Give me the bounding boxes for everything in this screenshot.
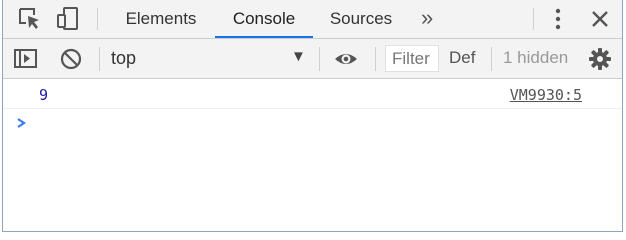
filter-input[interactable]: Filter bbox=[385, 45, 439, 72]
filter-placeholder: Filter bbox=[392, 49, 430, 68]
message-value: 9 bbox=[39, 86, 49, 104]
toolbar-divider bbox=[375, 47, 376, 71]
dropdown-arrow-icon[interactable]: ▼ bbox=[291, 48, 306, 65]
tab-console[interactable]: Console bbox=[215, 0, 313, 38]
more-vertical-icon[interactable] bbox=[545, 6, 571, 32]
console-message: 9 VM9930:5 bbox=[3, 80, 622, 109]
prompt-chevron-icon bbox=[15, 113, 29, 133]
devtools-panel: Elements Console Sources » top ▼ Filter … bbox=[2, 0, 623, 232]
console-prompt[interactable] bbox=[3, 110, 622, 136]
settings-icon[interactable] bbox=[587, 46, 613, 72]
sidebar-toggle-icon[interactable] bbox=[13, 46, 39, 72]
toolbar-divider bbox=[319, 47, 320, 71]
tab-elements[interactable]: Elements bbox=[113, 0, 209, 38]
tab-sources[interactable]: Sources bbox=[319, 0, 403, 38]
device-toolbar-icon[interactable] bbox=[55, 6, 81, 32]
hidden-messages-count: 1 hidden bbox=[503, 48, 569, 67]
eye-icon[interactable] bbox=[333, 46, 359, 72]
log-levels-dropdown[interactable]: Def bbox=[449, 48, 475, 68]
console-toolbar: top ▼ Filter Def 1 hidden bbox=[3, 39, 622, 79]
devtools-tabbar: Elements Console Sources » bbox=[3, 0, 622, 39]
more-tabs-button[interactable]: » bbox=[421, 5, 433, 31]
toolbar-divider bbox=[491, 47, 492, 71]
toolbar-divider bbox=[99, 47, 100, 71]
tabbar-divider-right bbox=[533, 8, 534, 30]
clear-console-icon[interactable] bbox=[58, 46, 84, 72]
message-source-link[interactable]: VM9930:5 bbox=[510, 86, 582, 104]
inspect-element-icon[interactable] bbox=[17, 6, 43, 32]
close-icon[interactable] bbox=[587, 6, 613, 32]
tabbar-divider bbox=[97, 8, 98, 30]
context-selector[interactable]: top bbox=[111, 48, 136, 69]
